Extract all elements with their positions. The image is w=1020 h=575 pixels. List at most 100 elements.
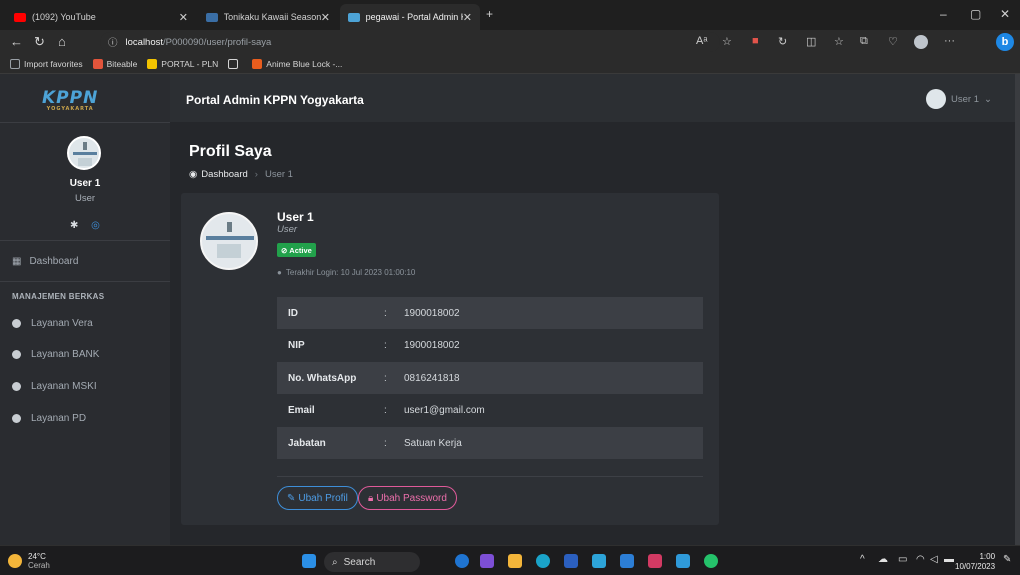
read-aloud-icon[interactable]: Aᵃ bbox=[696, 35, 707, 47]
field-label: No. WhatsApp bbox=[288, 372, 357, 384]
sidebar-item-dashboard[interactable]: ▦ Dashboard bbox=[12, 256, 78, 267]
more-icon[interactable]: ··· bbox=[944, 35, 955, 47]
anime-icon bbox=[252, 58, 263, 69]
scrollbar[interactable] bbox=[1015, 74, 1020, 545]
import-icon bbox=[10, 58, 20, 69]
browser-tab-strip: (1092) YouTube ✕ Tonikaku Kawaii Season … bbox=[0, 0, 1020, 30]
field-colon: : bbox=[384, 307, 387, 319]
windows-start-icon[interactable] bbox=[302, 554, 316, 568]
logo-subtitle: YOGYAKARTA bbox=[46, 106, 94, 112]
tab-kppn[interactable]: pegawai - Portal Admin KPPN Yo ✕ bbox=[340, 4, 480, 30]
app-icon[interactable] bbox=[592, 554, 606, 568]
sidebar-item-label: Dashboard bbox=[29, 256, 79, 267]
favorite-label: Biteable bbox=[106, 58, 138, 69]
url-host: localhost bbox=[125, 36, 164, 48]
kppn-logo[interactable]: KPPN YOGYAKARTA bbox=[42, 88, 98, 112]
close-icon[interactable]: ✕ bbox=[463, 11, 472, 24]
field-value: 1900018002 bbox=[404, 307, 460, 319]
user-dropdown-label: User 1 bbox=[951, 93, 979, 105]
profile-avatar bbox=[200, 212, 258, 270]
cloud-icon[interactable]: ☁ bbox=[878, 554, 888, 565]
app-icon[interactable] bbox=[480, 554, 494, 568]
minimize-button[interactable]: – bbox=[940, 7, 947, 21]
lock-icon: 🔒︎ bbox=[368, 492, 374, 504]
app-icon[interactable] bbox=[648, 554, 662, 568]
taskbar-search[interactable]: ⌕ Search bbox=[324, 552, 420, 572]
weather-widget[interactable]: 24°C Cerah bbox=[8, 552, 50, 570]
refresh-icon[interactable]: ↻ bbox=[34, 34, 45, 50]
page-title: Profil Saya bbox=[189, 143, 272, 160]
sidebar-item-label: Layanan BANK bbox=[31, 349, 100, 360]
display-icon[interactable]: ▭ bbox=[898, 554, 907, 565]
battery-icon[interactable]: ▬ bbox=[944, 554, 954, 565]
clock[interactable]: 1:00 10/07/2023 bbox=[955, 552, 995, 572]
favorite-pln[interactable]: PORTAL - PLN bbox=[147, 58, 218, 69]
window-close-button[interactable]: ✕ bbox=[1000, 7, 1010, 21]
chevron-right-icon: › bbox=[254, 169, 258, 180]
home-icon[interactable]: ⌂ bbox=[58, 34, 66, 49]
wifi-icon[interactable]: ◠ bbox=[916, 554, 925, 565]
kppn-favicon bbox=[348, 12, 360, 22]
field-value: Satuan Kerja bbox=[404, 437, 462, 449]
bing-icon[interactable]: b bbox=[996, 33, 1014, 51]
telegram-icon[interactable] bbox=[676, 554, 690, 568]
url-path: /P000090/user/profil-saya bbox=[163, 36, 272, 48]
tab-anime[interactable]: Tonikaku Kawaii Season 2 Episod ✕ bbox=[198, 4, 338, 30]
close-icon[interactable]: ✕ bbox=[321, 11, 330, 24]
divider bbox=[0, 240, 170, 241]
favorite-page[interactable] bbox=[228, 58, 242, 69]
favorite-import[interactable]: Import favorites bbox=[10, 58, 83, 69]
refresh-extension-icon[interactable]: ↻ bbox=[778, 35, 787, 48]
page-icon bbox=[228, 58, 239, 69]
biteable-icon bbox=[92, 58, 103, 69]
collections-icon[interactable]: ⧉ bbox=[860, 35, 868, 48]
check-circle-icon: ⊘ bbox=[281, 245, 288, 255]
app-icon[interactable] bbox=[455, 554, 469, 568]
sidebar-item-layanan-mski[interactable]: Layanan MSKI bbox=[12, 381, 97, 392]
profile-avatar-icon[interactable] bbox=[914, 35, 928, 49]
profile-role: User bbox=[277, 224, 298, 235]
word-icon[interactable] bbox=[564, 554, 578, 568]
breadcrumb-home[interactable]: Dashboard bbox=[201, 169, 247, 180]
close-icon[interactable]: ✕ bbox=[179, 11, 188, 24]
chevron-down-icon: ⌄ bbox=[983, 93, 992, 105]
vscode-icon[interactable] bbox=[620, 554, 634, 568]
whatsapp-icon[interactable] bbox=[704, 554, 718, 568]
field-colon: : bbox=[384, 404, 387, 416]
weather-condition: Cerah bbox=[28, 561, 50, 570]
profile-field-row: ID : 1900018002 bbox=[277, 297, 703, 329]
chevron-up-icon[interactable]: ^ bbox=[860, 554, 865, 565]
back-icon[interactable]: ← bbox=[10, 34, 23, 49]
extension-icon[interactable]: ■ bbox=[752, 35, 759, 47]
gear-icon[interactable]: ✱ bbox=[70, 220, 78, 231]
favorite-anime[interactable]: Anime Blue Lock -... bbox=[252, 58, 343, 69]
power-icon[interactable]: ◎ bbox=[91, 220, 100, 231]
url-bar[interactable]: ⓘ localhost /P000090/user/profil-saya bbox=[100, 32, 720, 52]
taskbar: 24°C Cerah ⌕ Search ^ ☁ ▭ ◠ ◁ ▬ 1:00 10/… bbox=[0, 545, 1020, 575]
file-explorer-icon[interactable] bbox=[508, 554, 522, 568]
new-tab-button[interactable]: + bbox=[486, 7, 493, 21]
volume-icon[interactable]: ◁ bbox=[930, 554, 938, 565]
tab-youtube[interactable]: (1092) YouTube ✕ bbox=[6, 4, 196, 30]
heart-icon[interactable]: ♡ bbox=[888, 35, 898, 48]
notification-icon[interactable]: ✎ bbox=[1003, 554, 1011, 565]
change-password-button[interactable]: 🔒︎ Ubah Password bbox=[358, 486, 457, 510]
favorite-label: Anime Blue Lock -... bbox=[266, 58, 343, 69]
user-dropdown[interactable]: User 1 ⌄ bbox=[926, 89, 992, 109]
sidebar-item-layanan-pd[interactable]: Layanan PD bbox=[12, 413, 86, 424]
sidebar-item-layanan-bank[interactable]: Layanan BANK bbox=[12, 349, 99, 360]
sidebar-item-layanan-vera[interactable]: Layanan Vera bbox=[12, 318, 93, 329]
favorite-star-icon[interactable]: ☆ bbox=[722, 35, 732, 48]
split-screen-icon[interactable]: ◫ bbox=[806, 35, 816, 48]
breadcrumb-current: User 1 bbox=[264, 169, 293, 180]
sidebar-user-role: User bbox=[74, 193, 96, 204]
bullet-icon bbox=[12, 350, 21, 359]
favorite-biteable[interactable]: Biteable bbox=[92, 58, 138, 69]
maximize-button[interactable]: ▢ bbox=[970, 7, 981, 21]
search-label: Search bbox=[343, 556, 376, 568]
edge-icon[interactable] bbox=[536, 554, 550, 568]
edit-profile-button[interactable]: ✎ Ubah Profil bbox=[277, 486, 358, 510]
favorites-icon[interactable]: ☆ bbox=[834, 35, 844, 48]
pln-icon bbox=[147, 58, 158, 69]
tab-title: (1092) YouTube bbox=[32, 12, 96, 22]
